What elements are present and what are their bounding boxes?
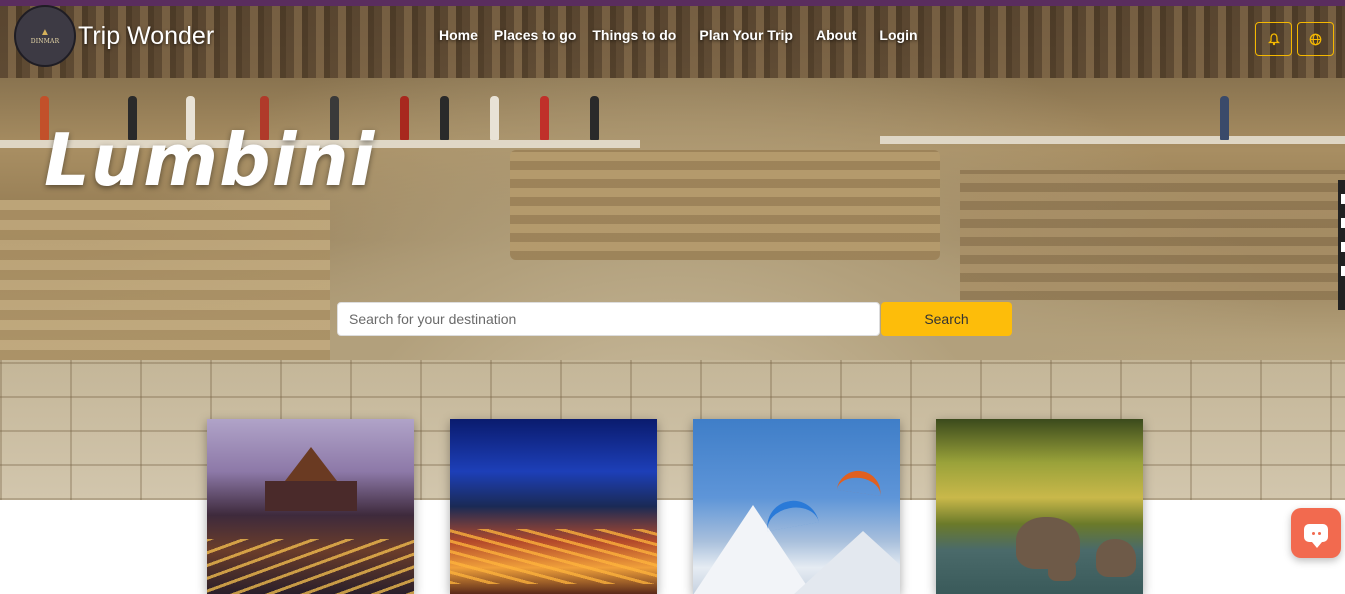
destination-card-paragliding[interactable] <box>693 419 900 594</box>
search-input[interactable] <box>337 302 880 336</box>
visitor-figure <box>1220 96 1229 140</box>
strip-marker <box>1341 242 1345 252</box>
brand-name[interactable]: Trip Wonder <box>78 22 214 51</box>
page: ▲ DINMAR Trip Wonder Home Places to go T… <box>0 0 1345 594</box>
nav-places-to-go[interactable]: Places to go <box>494 27 576 43</box>
strip-marker <box>1341 218 1345 228</box>
nav-login[interactable]: Login <box>879 27 917 43</box>
site-logo[interactable]: ▲ DINMAR <box>14 5 76 67</box>
ruin-right <box>960 170 1345 300</box>
traffic-lights-shape <box>450 529 657 584</box>
stone-floor <box>0 360 1345 500</box>
hero-background <box>0 0 1345 500</box>
visitor-figure <box>540 96 549 140</box>
main-nav: Home Places to go Things to do Plan Your… <box>439 27 918 43</box>
chat-icon <box>1304 524 1328 548</box>
visitor-figure <box>440 96 449 140</box>
temple-roof-shape <box>285 447 337 481</box>
bell-icon <box>1267 32 1280 45</box>
logo-mark-icon: ▲ <box>40 26 50 38</box>
strip-marker <box>1341 266 1345 276</box>
temple-body-shape <box>265 481 357 511</box>
search-button[interactable]: Search <box>881 302 1012 336</box>
logo-text: DINMAR <box>30 37 60 45</box>
side-scroll-strip[interactable] <box>1338 180 1345 310</box>
chat-button[interactable] <box>1291 508 1341 558</box>
mountain-shape <box>793 531 900 594</box>
destination-card-elephants[interactable] <box>936 419 1143 594</box>
globe-icon <box>1309 33 1322 45</box>
elephant-shape <box>1096 539 1136 577</box>
nav-home[interactable]: Home <box>439 27 478 43</box>
nav-things-to-do[interactable]: Things to do <box>592 27 676 43</box>
elephant-shape <box>1048 555 1076 581</box>
ruin-left <box>0 200 330 360</box>
destination-card-temple[interactable] <box>207 419 414 594</box>
railing-right <box>880 136 1345 144</box>
ruin-center <box>510 150 940 260</box>
nav-plan-your-trip[interactable]: Plan Your Trip <box>699 27 793 43</box>
strip-marker <box>1341 194 1345 204</box>
visitor-figure <box>400 96 409 140</box>
nav-about[interactable]: About <box>816 27 856 43</box>
visitor-figure <box>590 96 599 140</box>
visitor-figure <box>490 96 499 140</box>
destination-card-city-night[interactable] <box>450 419 657 594</box>
lights-shape <box>207 539 414 594</box>
language-button[interactable] <box>1297 22 1334 56</box>
paraglider-shape <box>836 468 884 496</box>
notifications-button[interactable] <box>1255 22 1292 56</box>
destination-title: Lumbini <box>44 118 376 202</box>
